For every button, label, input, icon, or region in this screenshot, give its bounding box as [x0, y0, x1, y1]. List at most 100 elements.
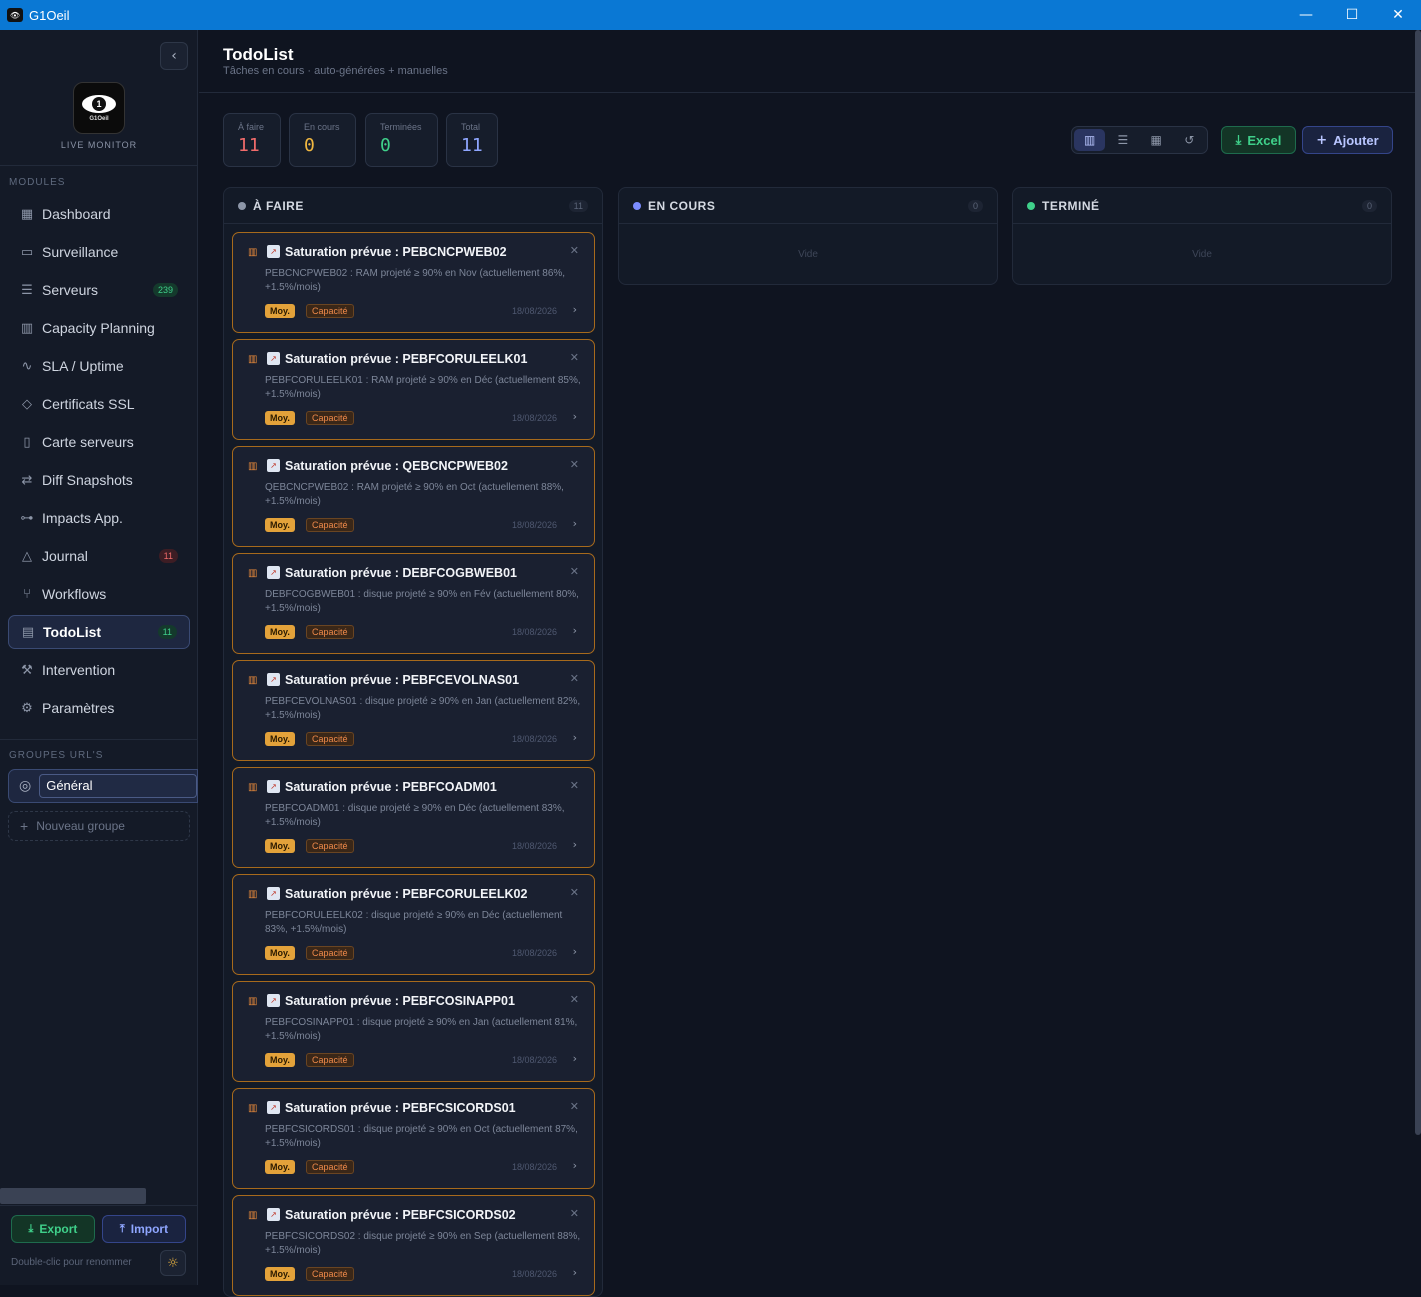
close-icon[interactable]: ✕ — [570, 993, 579, 1006]
list-view-icon[interactable]: ☰ — [1107, 129, 1138, 151]
minimize-icon[interactable]: — — [1283, 0, 1329, 30]
new-group-button[interactable]: + Nouveau groupe — [8, 811, 190, 841]
network-icon: ⊶ — [20, 510, 34, 526]
close-icon[interactable]: ✕ — [570, 458, 579, 471]
main-scrollbar[interactable] — [1415, 30, 1421, 1135]
task-card[interactable]: ▥ ↗ Saturation prévue : PEBFCORULEELK01 ✕ PE… — [232, 339, 595, 440]
task-date: 18/08/2026 — [511, 1162, 557, 1172]
window-controls: — ☐ ✕ — [1283, 0, 1421, 30]
kanban-view-icon[interactable]: ▥ — [1074, 129, 1106, 151]
close-icon[interactable]: ✕ — [570, 672, 579, 685]
import-button[interactable]: ⤒ Import — [102, 1215, 186, 1243]
history-view-icon[interactable]: ↺ — [1174, 129, 1205, 151]
task-card[interactable]: ▥ ↗ Saturation prévue : PEBFCEVOLNAS01 ✕ PEB… — [232, 660, 595, 761]
task-card[interactable]: ▥ ↗ Saturation prévue : PEBCNCPWEB02 ✕ PEBCN… — [232, 232, 595, 333]
stat-label: À faire — [238, 122, 265, 132]
theme-toggle-button[interactable]: ☼ — [160, 1250, 186, 1276]
monitor-icon: ▭ — [20, 244, 34, 260]
gear-icon: ⚙ — [21, 700, 33, 716]
task-card[interactable]: ▥ ↗ Saturation prévue : PEBFCSICORDS01 ✕ PEB… — [232, 1088, 595, 1189]
sidebar-item-todolist[interactable]: ▤ TodoList 11 — [8, 615, 190, 649]
sidebar-item-label: Diff Snapshots — [42, 472, 133, 488]
sidebar-item-label: Carte serveurs — [42, 434, 134, 450]
sidebar-item-intervention[interactable]: ⚒ Intervention — [8, 653, 190, 687]
sidebar-item-label: Certificats SSL — [42, 396, 135, 412]
category-badge: Capacité — [306, 839, 354, 853]
sidebar-item-label: SLA / Uptime — [42, 358, 124, 374]
add-task-button[interactable]: + Ajouter — [1302, 126, 1393, 154]
close-icon[interactable]: ✕ — [570, 244, 579, 257]
close-icon[interactable]: ✕ — [570, 351, 579, 364]
task-card[interactable]: ▥ ↗ Saturation prévue : QEBCNCPWEB02 ✕ QEBCN… — [232, 446, 595, 547]
sidebar-item-label: Surveillance — [42, 244, 119, 260]
column-title: EN COURS — [648, 198, 716, 213]
close-icon[interactable]: ✕ — [570, 1100, 579, 1113]
sidebar-item-label: TodoList — [43, 624, 102, 640]
sidebar-item-workflows[interactable]: ⑂ Workflows — [8, 577, 190, 611]
sidebar-item-sla-uptime[interactable]: ∿ SLA / Uptime — [8, 349, 190, 383]
close-icon[interactable]: ✕ — [570, 779, 579, 792]
priority-badge: Moy. — [265, 946, 295, 960]
chevron-right-icon[interactable]: › — [573, 1266, 577, 1279]
window-titlebar: 👁 G1Oeil — ☐ ✕ — [0, 0, 1421, 30]
close-icon[interactable]: ✕ — [570, 886, 579, 899]
priority-badge: Moy. — [265, 1053, 295, 1067]
sidebar-item-serveurs[interactable]: ☰ Serveurs 239 — [8, 273, 190, 307]
task-title: Saturation prévue : PEBFCOADM01 — [285, 780, 497, 794]
chevron-right-icon[interactable]: › — [573, 410, 577, 423]
task-date: 18/08/2026 — [511, 734, 557, 744]
grid-view-icon[interactable]: ▦ — [1141, 129, 1172, 151]
priority-badge: Moy. — [265, 625, 295, 639]
trend-up-icon: ↗ — [267, 780, 280, 793]
category-badge: Capacité — [306, 1267, 354, 1281]
maximize-icon[interactable]: ☐ — [1329, 0, 1375, 30]
sidebar-item-impacts-app[interactable]: ⊶ Impacts App. — [8, 501, 190, 535]
close-icon[interactable]: ✕ — [570, 1207, 579, 1220]
sidebar-item-param-tres[interactable]: ⚙ Paramètres — [8, 691, 190, 725]
sidebar-scrollbar[interactable] — [0, 1188, 146, 1204]
server-icon: ☰ — [21, 282, 33, 298]
task-card[interactable]: ▥ ↗ Saturation prévue : PEBFCOADM01 ✕ PEBFCO… — [232, 767, 595, 868]
task-description: PEBFCORULEELK01 : RAM projeté ≥ 90% en D… — [265, 375, 581, 400]
stat-label: Total — [461, 122, 481, 132]
chevron-right-icon[interactable]: › — [573, 517, 577, 530]
export-button[interactable]: ⤓ Export — [11, 1215, 95, 1243]
stat-label: En cours — [304, 122, 340, 132]
rename-hint: Double-clic pour renommer — [11, 1257, 132, 1268]
task-card[interactable]: ▥ ↗ Saturation prévue : PEBFCSICORDS02 ✕ PEB… — [232, 1195, 595, 1296]
url-group-general[interactable]: ◎ Général — [8, 769, 198, 803]
chevron-right-icon[interactable]: › — [573, 945, 577, 958]
close-window-icon[interactable]: ✕ — [1375, 0, 1421, 30]
close-icon[interactable]: ✕ — [570, 565, 579, 578]
sidebar-item-label: Intervention — [42, 662, 116, 678]
chevron-right-icon[interactable]: › — [573, 838, 577, 851]
sidebar-item-label: Paramètres — [42, 700, 115, 716]
task-card[interactable]: ▥ ↗ Saturation prévue : PEBFCOSINAPP01 ✕ PEB… — [232, 981, 595, 1082]
priority-badge: Moy. — [265, 518, 295, 532]
task-title: Saturation prévue : PEBFCSICORDS01 — [285, 1101, 516, 1115]
column-done: TERMINÉ 0 Vide — [1012, 187, 1392, 285]
status-dot — [238, 201, 246, 210]
sidebar-item-dashboard[interactable]: ▦ Dashboard — [8, 197, 190, 231]
task-card[interactable]: ▥ ↗ Saturation prévue : PEBFCORULEELK02 ✕ PE… — [232, 874, 595, 975]
chevron-right-icon[interactable]: › — [573, 303, 577, 316]
chevron-right-icon[interactable]: › — [573, 731, 577, 744]
sidebar-item-carte-serveurs[interactable]: ▯ Carte serveurs — [8, 425, 190, 459]
sidebar-item-diff-snapshots[interactable]: ⇄ Diff Snapshots — [8, 463, 190, 497]
priority-badge: Moy. — [265, 411, 295, 425]
sidebar-item-journal[interactable]: △ Journal 11 — [8, 539, 190, 573]
group-name-input[interactable]: Général — [39, 774, 197, 798]
chevron-right-icon[interactable]: › — [573, 624, 577, 637]
sidebar-item-capacity-planning[interactable]: ▥ Capacity Planning — [8, 311, 190, 345]
task-card[interactable]: ▥ ↗ Saturation prévue : DEBFCOGBWEB01 ✕ DEBF… — [232, 553, 595, 654]
chevron-right-icon[interactable]: › — [573, 1159, 577, 1172]
chevron-right-icon[interactable]: › — [573, 1052, 577, 1065]
sidebar-item-surveillance[interactable]: ▭ Surveillance — [8, 235, 190, 269]
warning-icon: △ — [22, 548, 32, 564]
task-title: Saturation prévue : PEBFCORULEELK01 — [285, 352, 528, 366]
excel-export-button[interactable]: ⤓ Excel — [1221, 126, 1296, 154]
page-title: TodoList — [223, 45, 294, 64]
chart-icon: ▥ — [248, 675, 258, 686]
sidebar-item-certificats-ssl[interactable]: ◇ Certificats SSL — [8, 387, 190, 421]
collapse-sidebar-button[interactable]: ‹ — [160, 42, 188, 70]
